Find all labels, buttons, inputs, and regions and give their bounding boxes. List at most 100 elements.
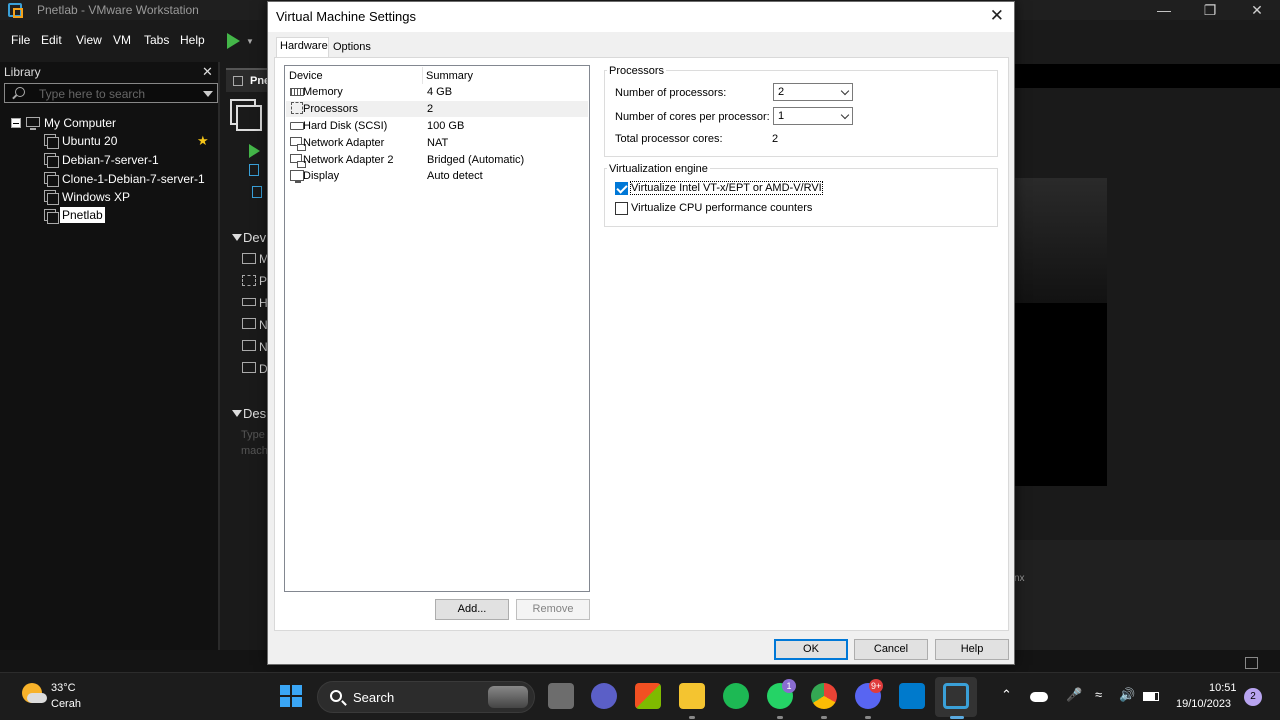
library-search-placeholder: Type here to search (39, 87, 146, 101)
device-row-memory[interactable]: Memory 4 GB (286, 84, 588, 100)
virtualize-perf-counters-label[interactable]: Virtualize CPU performance counters (631, 202, 812, 214)
menu-help[interactable]: Help (180, 33, 205, 47)
clock-time[interactable]: 10:51 (1209, 682, 1237, 694)
remove-device-button[interactable]: Remove (516, 599, 590, 620)
chevron-up-icon[interactable]: ⌃ (1001, 687, 1012, 703)
favorite-star-icon: ★ (197, 133, 209, 148)
upgrade-icon[interactable] (252, 186, 262, 198)
column-divider[interactable] (422, 67, 423, 84)
menu-tabs[interactable]: Tabs (144, 33, 169, 47)
tree-item-windows-xp[interactable]: Windows XP (44, 189, 214, 207)
maximize-button[interactable]: ❐ (1187, 0, 1233, 20)
power-on-icon[interactable] (249, 144, 260, 158)
library-search-input[interactable]: Type here to search (4, 83, 218, 103)
menu-file[interactable]: File (11, 33, 30, 47)
search-dropdown-icon[interactable] (203, 91, 213, 97)
vmware-workstation-icon[interactable] (943, 683, 969, 709)
num-processors-value: 2 (778, 86, 785, 98)
vm-icon (44, 209, 59, 224)
menu-vm[interactable]: VM (113, 33, 131, 47)
tab-pnetlab[interactable]: Pne (226, 68, 270, 92)
device-row-processors[interactable]: Processors 2 (286, 101, 588, 117)
speaker-icon[interactable]: 🔊 (1119, 687, 1135, 703)
app-active-indicator (950, 716, 964, 719)
tree-item-ubuntu-20[interactable]: Ubuntu 20 (44, 133, 214, 151)
cores-per-processor-select[interactable]: 1 (773, 107, 853, 125)
help-button[interactable]: Help (935, 639, 1009, 660)
cores-per-processor-value: 1 (778, 110, 785, 122)
network-adapter-icon (290, 154, 306, 168)
num-processors-select[interactable]: 2 (773, 83, 853, 101)
tree-item-my-computer[interactable]: My Computer (26, 115, 206, 133)
battery-icon[interactable] (1143, 692, 1159, 701)
microphone-icon[interactable]: 🎤 (1066, 687, 1082, 703)
menu-edit[interactable]: Edit (41, 33, 62, 47)
vscode-icon[interactable] (899, 683, 925, 709)
virtualize-vtx-checkbox[interactable] (615, 182, 628, 195)
status-message-icon[interactable] (1245, 657, 1258, 669)
device-name: Hard Disk (SCSI) (303, 120, 388, 132)
ok-button[interactable]: OK (774, 639, 848, 660)
device-label[interactable]: P (259, 274, 267, 288)
file-explorer-icon[interactable] (679, 683, 705, 709)
tab-options[interactable]: Options (330, 39, 374, 57)
device-row-hard-disk[interactable]: Hard Disk (SCSI) 100 GB (286, 118, 588, 134)
teams-chat-icon[interactable] (591, 683, 617, 709)
onedrive-cloud-icon[interactable] (1030, 692, 1048, 702)
virtualize-perf-counters-checkbox[interactable] (615, 202, 628, 215)
description-section-head[interactable]: Des (231, 406, 266, 421)
devices-section-head[interactable]: Dev (231, 230, 266, 245)
cloud-icon (27, 693, 47, 703)
device-row-display[interactable]: Display Auto detect (286, 168, 588, 184)
taskbar-search-box[interactable]: Search (317, 681, 535, 713)
taskbar: 33°C Cerah Search 1 9+ ⌃ 🎤 ≈ 🔊 10:51 19/… (0, 672, 1280, 720)
chevron-down-icon (840, 110, 850, 120)
network-adapter-icon (242, 340, 256, 351)
clock-date[interactable]: 19/10/2023 (1176, 698, 1231, 710)
network-adapter-icon (290, 137, 306, 151)
add-device-button[interactable]: Add... (435, 599, 509, 620)
tree-item-pnetlab[interactable]: Pnetlab (44, 207, 214, 226)
column-header-device[interactable]: Device (289, 70, 323, 82)
device-summary: 4 GB (427, 86, 453, 98)
vm-preview-top (1012, 178, 1107, 303)
virtualize-vtx-label[interactable]: Virtualize Intel VT-x/EPT or AMD-V/RVI (630, 181, 823, 195)
search-icon (15, 87, 25, 97)
microsoft-store-icon[interactable] (635, 683, 661, 709)
tree-item-clone-debian[interactable]: Clone-1-Debian-7-server-1 (44, 171, 214, 189)
menu-view[interactable]: View (76, 33, 102, 47)
notification-count-badge[interactable]: 2 (1244, 688, 1262, 706)
vm-console-header (1015, 64, 1280, 88)
device-row-network-adapter-2[interactable]: Network Adapter 2 Bridged (Automatic) (286, 152, 588, 168)
vm-tab-icon (233, 76, 243, 86)
edit-settings-icon[interactable] (249, 164, 259, 176)
tree-item-debian-7-server-1[interactable]: Debian-7-server-1 (44, 152, 214, 170)
processor-icon (291, 102, 303, 114)
chrome-icon[interactable] (811, 683, 837, 709)
dialog-close-icon[interactable]: ✕ (990, 6, 1004, 26)
weather-temperature: 33°C (51, 682, 76, 694)
vm-details-area (1012, 540, 1280, 650)
library-close-icon[interactable]: ✕ (202, 64, 213, 80)
wifi-icon[interactable]: ≈ (1095, 687, 1102, 702)
tab-hardware[interactable]: Hardware (276, 37, 329, 57)
task-view-icon[interactable] (548, 683, 574, 709)
device-summary: 100 GB (427, 120, 465, 132)
memory-icon (242, 253, 256, 264)
close-window-button[interactable]: ✕ (1234, 0, 1280, 20)
spotify-icon[interactable] (723, 683, 749, 709)
minimize-button[interactable]: — (1141, 0, 1187, 20)
windows-start-icon[interactable] (280, 685, 302, 707)
device-list[interactable]: Device Summary Memory 4 GB Processors 2 … (284, 65, 590, 592)
cores-per-processor-label: Number of cores per processor: (615, 111, 770, 123)
virtualization-group-title: Virtualization engine (607, 163, 710, 175)
processors-group-title: Processors (607, 65, 667, 77)
dialog-title-bar: Virtual Machine Settings ✕ (268, 2, 1014, 32)
collapse-icon[interactable] (11, 118, 21, 128)
cancel-button[interactable]: Cancel (854, 639, 928, 660)
device-row-network-adapter[interactable]: Network Adapter NAT (286, 135, 588, 151)
column-header-summary[interactable]: Summary (426, 70, 473, 82)
vm-preview-thumbnail[interactable] (1012, 178, 1107, 486)
power-on-play-icon[interactable] (227, 33, 240, 49)
play-dropdown-icon[interactable]: ▼ (246, 37, 254, 46)
